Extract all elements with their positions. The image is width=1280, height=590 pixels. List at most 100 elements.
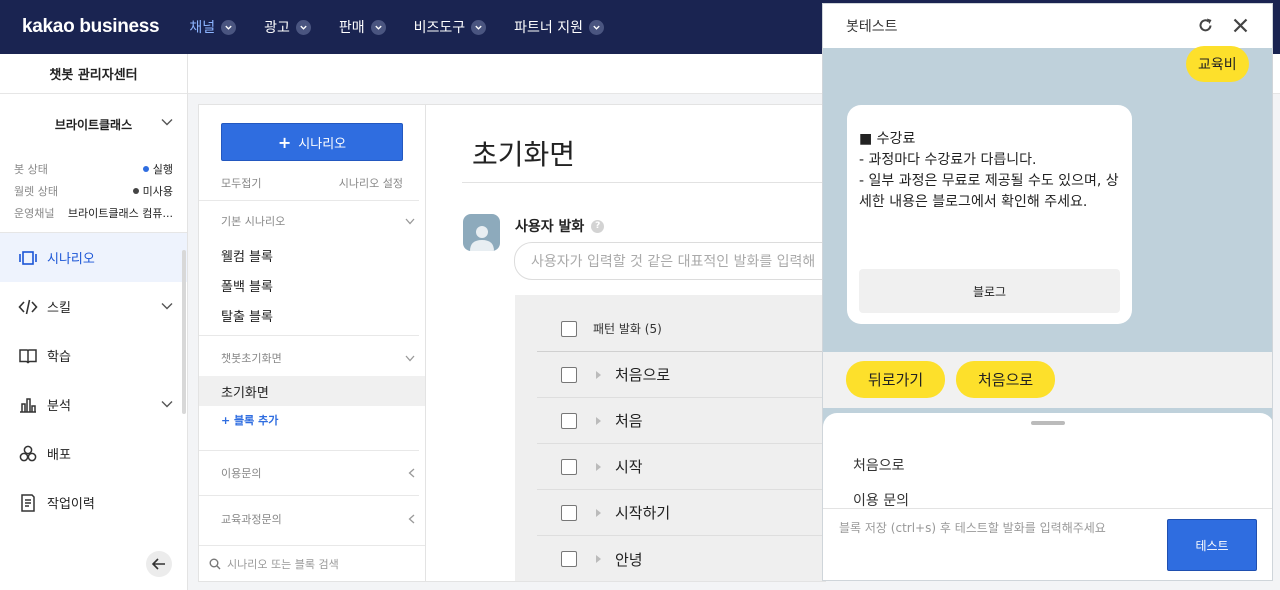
sidebar-item-history[interactable]: 작업이력 [0, 478, 187, 527]
blog-button[interactable]: 블로그 [859, 269, 1120, 313]
chevron-down-icon [295, 19, 311, 35]
utterance-suggestion-sheet: 처음으로 이용 문의 블록 저장 (ctrl+s) 후 테스트할 발화를 입력해… [823, 413, 1272, 580]
pattern-checkbox[interactable] [561, 366, 577, 383]
divider [199, 335, 419, 336]
scenario-links: 모두접기 시나리오 설정 [221, 175, 403, 191]
bot-selector[interactable]: 브라이트클래스 [0, 94, 187, 154]
add-scenario-button[interactable]: + 시나리오 [221, 123, 403, 161]
chart-icon [20, 397, 36, 413]
chevron-down-icon [221, 19, 237, 35]
kakao-business-logo[interactable]: kakao business [22, 16, 160, 38]
chevron-down-icon [405, 355, 415, 361]
help-icon[interactable]: ? [591, 219, 605, 233]
bot-test-header: 봇테스트 [823, 4, 1272, 48]
sidebar-menu: 시나리오 스킬 학습 분석 배포 작업이력 [0, 233, 187, 527]
group-title: 교육과정문의 [221, 513, 282, 526]
caret-right-icon [596, 555, 601, 563]
sheet-drag-handle[interactable] [1031, 421, 1065, 425]
sidebar-item-scenario[interactable]: 시나리오 [0, 233, 187, 282]
pattern-row[interactable]: 안녕 [537, 536, 825, 581]
scenario-panel: + 시나리오 모두접기 시나리오 설정 기본 시나리오 웰컴 블록 폴백 블록 … [198, 104, 426, 582]
sidebar-item-analysis[interactable]: 분석 [0, 380, 187, 429]
book-icon [19, 348, 37, 363]
label-text: 사용자 발화 [515, 219, 585, 235]
sidebar-item-learning[interactable]: 학습 [0, 331, 187, 380]
block-fallback[interactable]: 폴백 블록 [221, 276, 273, 295]
bot-status-row: 봇 상태 실행 [14, 158, 173, 180]
pattern-checkbox[interactable] [561, 458, 577, 475]
info-key: 운영채널 [14, 207, 55, 220]
search-placeholder: 시나리오 또는 블록 검색 [227, 557, 339, 571]
test-utterance-input[interactable]: 블록 저장 (ctrl+s) 후 테스트할 발화를 입력해주세요 [839, 519, 1106, 536]
nav-item-label: 파트너 지원 [514, 20, 584, 36]
nav-item-partner-support[interactable]: 파트너 지원 [514, 17, 605, 37]
block-title[interactable]: 초기화면 [472, 133, 575, 173]
scenario-search[interactable]: 시나리오 또는 블록 검색 [199, 545, 425, 581]
utterance-input[interactable]: 사용자가 입력할 것 같은 대표적인 발화를 입력해 [514, 242, 825, 280]
sidebar-item-label: 시나리오 [47, 252, 95, 267]
history-icon [21, 493, 35, 512]
sidebar-scrollbar[interactable] [182, 250, 186, 414]
block-exit[interactable]: 탈출 블록 [221, 306, 273, 325]
chevron-down-icon [161, 119, 173, 126]
group-usage-inquiry[interactable]: 이용문의 [221, 465, 415, 481]
pattern-text: 시작하기 [615, 504, 671, 522]
pattern-row[interactable]: 시작 [537, 444, 825, 490]
nav-item-biz-tools[interactable]: 비즈도구 [414, 17, 487, 37]
add-block-link[interactable]: + 블록 추가 [221, 412, 278, 428]
pattern-row[interactable]: 처음으로 [537, 352, 825, 398]
group-chatbot-home[interactable]: 챗봇초기화면 [221, 350, 415, 366]
block-welcome[interactable]: 웰컴 블록 [221, 246, 273, 265]
chevron-down-icon [161, 401, 173, 408]
sidebar-item-deploy[interactable]: 배포 [0, 429, 187, 478]
block-home[interactable]: 초기화면 [221, 382, 269, 401]
quick-reply-back[interactable]: 뒤로가기 [846, 361, 946, 398]
plus-icon: + [277, 132, 292, 152]
refresh-icon[interactable] [1197, 17, 1214, 34]
pattern-checkbox[interactable] [561, 551, 577, 567]
suggestion-item[interactable]: 이용 문의 [853, 490, 909, 510]
nav-item-label: 채널 [189, 20, 216, 36]
pattern-checkbox[interactable] [561, 504, 577, 521]
collapse-sidebar-button[interactable] [146, 551, 172, 577]
bot-test-title: 봇테스트 [846, 19, 898, 35]
user-utterance-label: 사용자 발화 ? [515, 216, 605, 236]
divider [199, 495, 419, 496]
pattern-row[interactable]: 시작하기 [537, 490, 825, 536]
group-course-inquiry[interactable]: 교육과정문의 [221, 511, 415, 527]
channel-value: 브라이트클래스 컴퓨... [67, 207, 173, 220]
admin-center-title: 챗봇 관리자센터 [0, 54, 187, 94]
suggestion-item[interactable]: 처음으로 [853, 455, 905, 475]
info-key: 월렛 상태 [14, 185, 58, 198]
select-all-checkbox[interactable] [561, 320, 577, 337]
pattern-list: 패턴 발화 (5) 처음으로 처음 시작 시작하기 안녕 [515, 295, 825, 581]
bot-status-value: 실행 [142, 161, 173, 177]
channel-row: 운영채널 브라이트클래스 컴퓨... [14, 202, 173, 224]
info-value: 실행 [152, 163, 173, 176]
caret-right-icon [596, 462, 601, 471]
pattern-checkbox[interactable] [561, 412, 577, 429]
search-icon [209, 558, 221, 569]
nav-item-sales[interactable]: 판매 [339, 17, 386, 37]
scenario-settings-link[interactable]: 시나리오 설정 [339, 175, 403, 191]
sidebar-item-label: 학습 [47, 350, 71, 365]
bot-response-card: ■ 수강료 - 과정마다 수강료가 다릅니다. - 일부 과정은 무료로 제공될… [847, 105, 1132, 324]
sidebar-item-label: 배포 [47, 448, 71, 463]
bot-test-panel: 봇테스트 교육비 ■ 수강료 - 과정마다 수강료가 다릅니다. - 일부 과정… [822, 3, 1273, 581]
test-button[interactable]: 테스트 [1167, 519, 1257, 571]
collapse-all-link[interactable]: 모두접기 [221, 175, 261, 191]
pattern-text: 안녕 [615, 550, 643, 569]
pattern-row[interactable]: 처음 [537, 398, 825, 444]
nav-item-channel[interactable]: 채널 [189, 17, 237, 37]
code-icon [18, 299, 38, 314]
add-scenario-label: 시나리오 [298, 136, 347, 152]
divider [199, 200, 419, 201]
close-icon[interactable] [1232, 17, 1249, 34]
pattern-count-label: 패턴 발화 (5) [593, 322, 662, 336]
quick-reply-home[interactable]: 처음으로 [956, 361, 1056, 398]
sidebar-item-skill[interactable]: 스킬 [0, 282, 187, 331]
nav-item-ads[interactable]: 광고 [264, 17, 311, 37]
pattern-text: 시작 [615, 458, 643, 476]
group-default-scenario[interactable]: 기본 시나리오 [221, 213, 415, 229]
test-input-area: 블록 저장 (ctrl+s) 후 테스트할 발화를 입력해주세요 테스트 [823, 508, 1272, 580]
